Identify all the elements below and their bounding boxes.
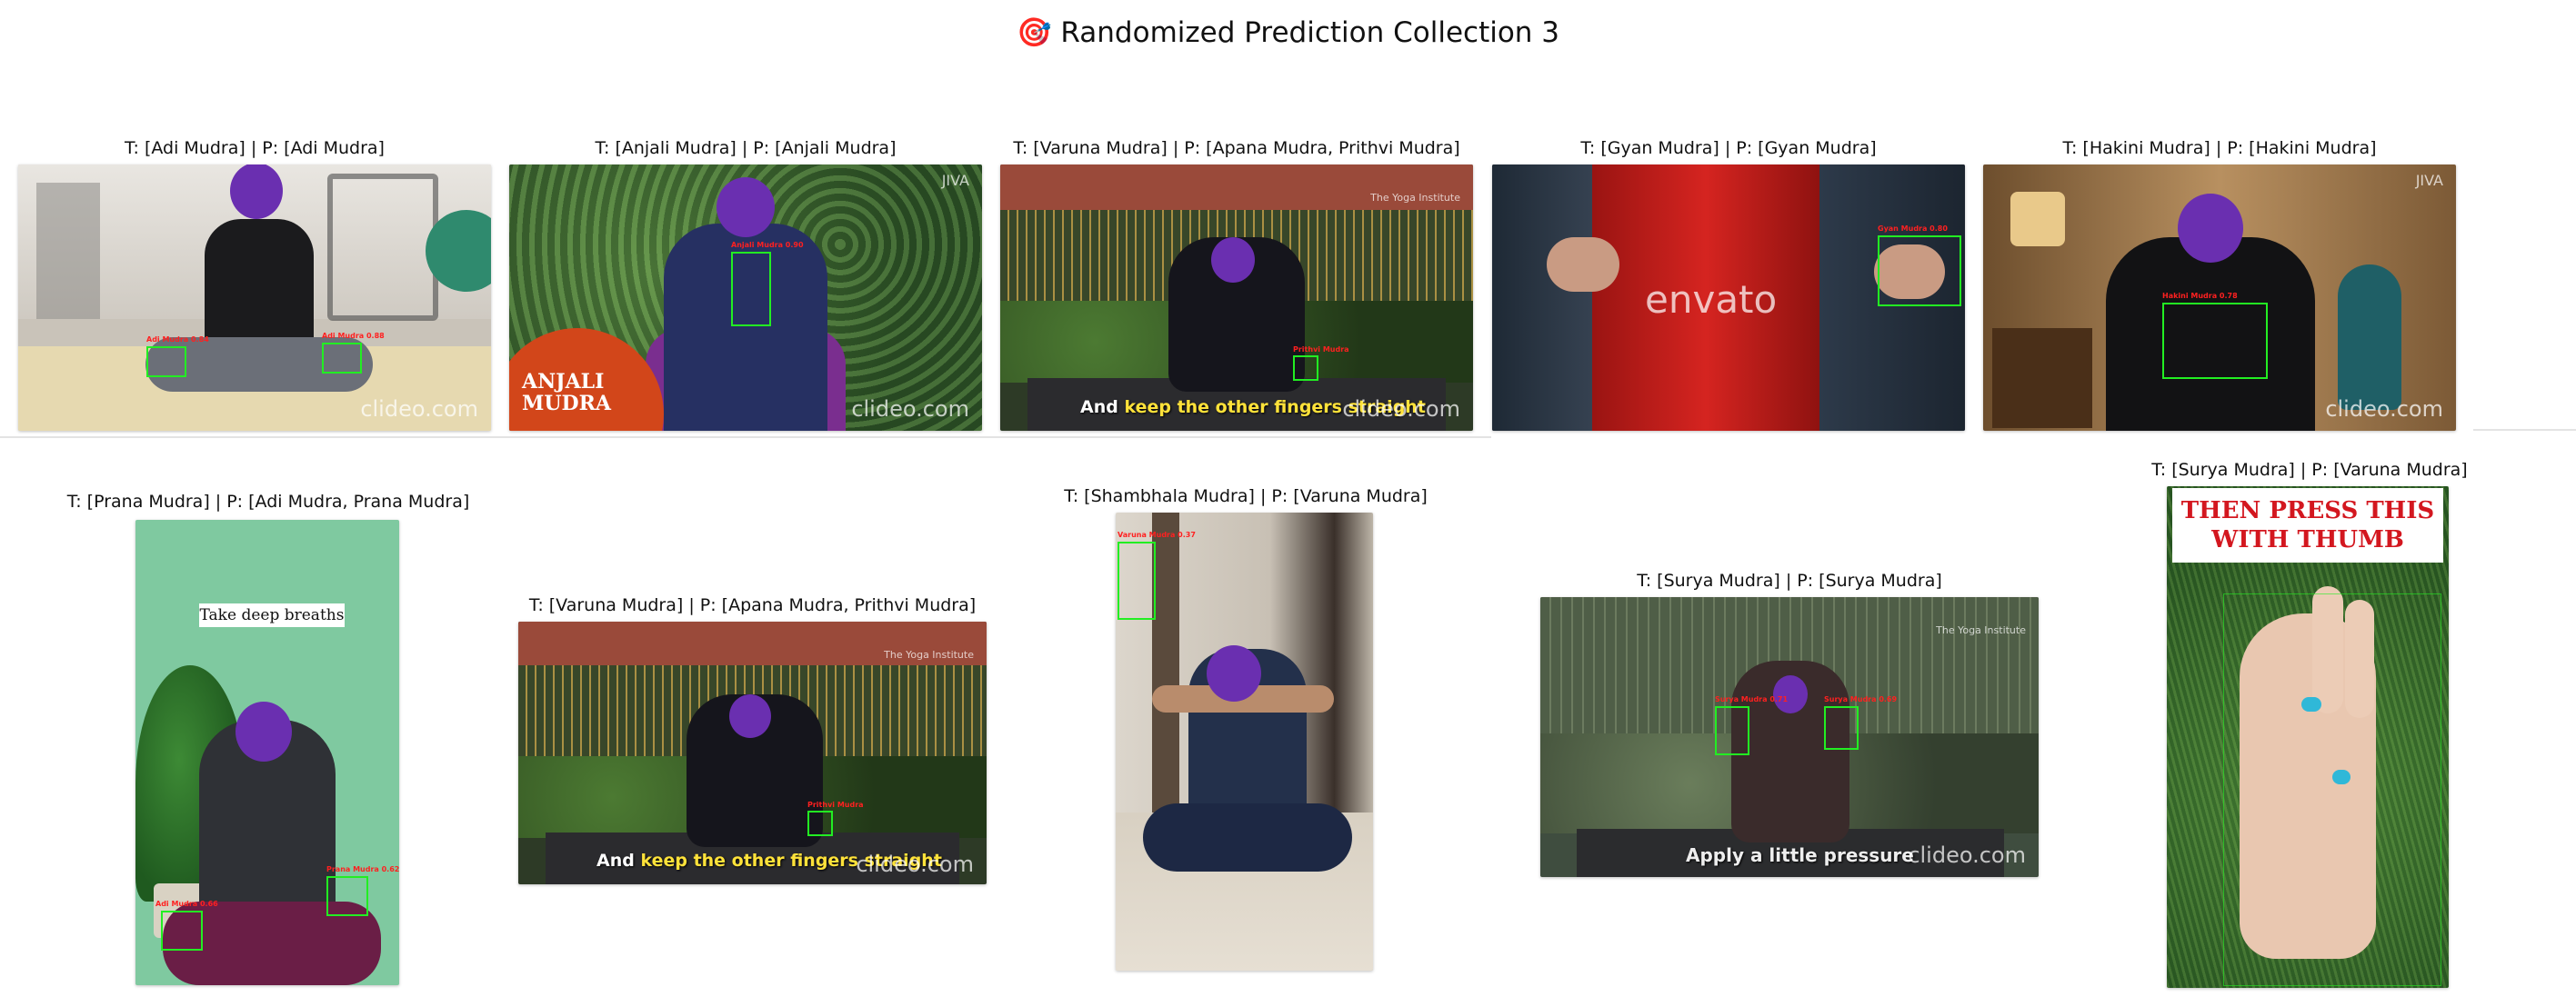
prediction-image-varuna: Prithvi Mudra The Yoga Institute And kee… [1000,165,1473,431]
detection-box [1293,355,1318,381]
panel-caption: T: [Gyan Mudra] | P: [Gyan Mudra] [1580,138,1877,158]
detection-box [1878,235,1961,306]
detection-box [322,343,362,374]
detection-label: Adi Mudra 0.66 [155,900,218,908]
detection-label: Surya Mudra 0.71 [1715,695,1789,703]
subtitle-prefix: And [596,851,641,871]
face-blur [1207,645,1261,702]
face-blur [729,694,771,738]
watermark: clideo.com [2325,396,2443,422]
prediction-image-surya-hand: THEN PRESS THIS WITH THUMB [2167,486,2449,988]
row-separator-right [2473,429,2576,431]
watermark: clideo.com [851,396,969,422]
door-frame [1152,513,1179,840]
detection-label: Prithvi Mudra [807,801,864,809]
prediction-image-shambhala: Varuna Mudra 0.37 [1116,513,1373,971]
panel-caption: T: [Varuna Mudra] | P: [Apana Mudra, Pri… [1013,138,1460,158]
lamp-shade [2010,192,2065,246]
detection-label: Gyan Mudra 0.80 [1878,224,1948,233]
person-legs [1143,803,1352,872]
corner-logo: JIVA [2415,172,2443,189]
person-torso [205,219,314,355]
side-table [1992,328,2092,428]
logo-line: ANJALI [522,370,605,394]
banner-line: WITH THUMB [2211,526,2404,553]
watermark: clideo.com [856,852,974,877]
watermark: envato [1645,277,1778,322]
detection-box [1715,706,1749,755]
prediction-image-gyan: Gyan Mudra 0.80 envato [1492,165,1965,431]
banner-line: THEN PRESS THIS [2180,497,2435,524]
peacock-statue [2338,264,2401,410]
gym-equipment [36,183,100,319]
caption-badge: Take deep breaths [199,603,345,627]
face-blur [2178,194,2243,263]
detection-box [807,811,833,836]
panel-caption: T: [Anjali Mudra] | P: [Anjali Mudra] [595,138,897,158]
detection-box [161,911,203,951]
gym-machine [327,174,438,321]
corner-logo: The Yoga Institute [1936,624,2026,636]
prediction-image-surya: Surya Mudra 0.71 Surya Mudra 0.69 The Yo… [1540,597,2039,877]
panel-caption: T: [Shambhala Mudra] | P: [Varuna Mudra] [1064,486,1428,506]
corner-logo: JIVA [941,172,969,189]
detection-box [731,252,771,326]
detection-box [1824,706,1859,750]
corner-logo: The Yoga Institute [1370,192,1460,204]
prediction-image-varuna-2: Prithvi Mudra The Yoga Institute And kee… [518,622,987,884]
detection-box [2162,303,2268,379]
detection-label: Surya Mudra 0.69 [1824,695,1898,703]
detection-label: Hakini Mudra 0.78 [2162,292,2238,300]
prediction-image-hakini: Hakini Mudra 0.78 JIVA clideo.com [1983,165,2456,431]
detection-label: Adi Mudra 0.88 [322,332,385,340]
row-separator [0,436,1491,438]
corner-logo: The Yoga Institute [884,649,974,661]
subtitle: Apply a little pressure [1686,844,1914,866]
detection-label: Prithvi Mudra [1293,345,1349,354]
detection-box [2223,593,2441,986]
panel-caption: T: [Surya Mudra] | P: [Surya Mudra] [1637,571,1942,591]
watermark: clideo.com [360,396,478,422]
prediction-image-prana: Take deep breaths Adi Mudra 0.66 Prana M… [135,520,399,985]
panel-caption: T: [Varuna Mudra] | P: [Apana Mudra, Pri… [528,595,977,615]
face-blur [717,177,775,237]
panel-caption: T: [Prana Mudra] | P: [Adi Mudra, Prana … [66,492,470,512]
detection-box [1118,542,1156,620]
prediction-image-adi: Adi Mudra 0.84 Adi Mudra 0.88 clideo.com [18,165,491,431]
face-blur [236,702,292,762]
panel-caption: T: [Hakini Mudra] | P: [Hakini Mudra] [2062,138,2377,158]
left-hand [1547,237,1619,292]
detection-label: Adi Mudra 0.84 [146,335,209,344]
detection-label: Anjali Mudra 0.90 [731,241,804,249]
figure-title: 🎯 Randomized Prediction Collection 3 [1016,16,1560,49]
detection-label: Varuna Mudra 0.37 [1118,531,1196,539]
detection-label: Prana Mudra 0.62 [326,865,399,873]
face-blur [1773,675,1808,713]
logo-line: MUDRA [522,392,611,415]
panel-caption: T: [Surya Mudra] | P: [Varuna Mudra] [2151,460,2468,480]
watermark: clideo.com [1908,842,2026,868]
face-blur [230,165,283,219]
instruction-banner: THEN PRESS THIS WITH THUMB [2172,488,2443,563]
watermark: clideo.com [1342,396,1460,422]
prediction-image-anjali: Anjali Mudra 0.90 ANJALI MUDRA JIVA clid… [509,165,982,431]
detection-box [326,876,368,916]
detection-box [146,346,186,377]
panel-caption: T: [Adi Mudra] | P: [Adi Mudra] [125,138,385,158]
face-blur [1211,237,1255,283]
subtitle-prefix: And [1080,397,1125,417]
